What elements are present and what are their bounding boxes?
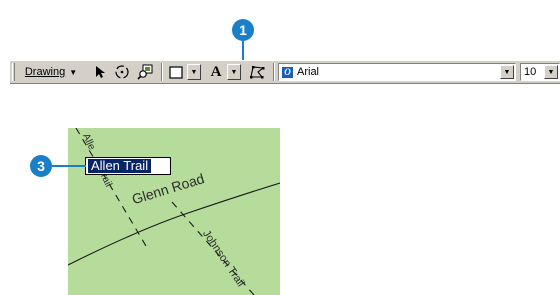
- font-name-combo[interactable]: O Arial ▼: [278, 63, 516, 81]
- drawing-menu-button[interactable]: Drawing ▼: [20, 61, 82, 83]
- zoom-selected-icon: [136, 64, 152, 80]
- toolbar-separator: [161, 63, 163, 81]
- drawing-menu-label: Drawing: [24, 66, 66, 78]
- callout-3: 3: [30, 155, 52, 177]
- font-name-dropdown-button[interactable]: ▼: [500, 65, 514, 79]
- edit-vertices-icon: [250, 66, 265, 79]
- road-lines: [68, 128, 280, 295]
- text-tool-dropdown[interactable]: ▼: [227, 64, 241, 80]
- text-tool-button[interactable]: A: [206, 61, 226, 83]
- rotate-button[interactable]: [112, 61, 132, 83]
- text-icon: A: [210, 63, 222, 80]
- map-view[interactable]: Glenn Road Johnson Trail Alle rail: [68, 128, 280, 295]
- rectangle-icon: [169, 65, 183, 79]
- rectangle-tool-button[interactable]: [166, 61, 186, 83]
- callout-3-leader: [52, 165, 86, 167]
- rectangle-tool-dropdown[interactable]: ▼: [187, 64, 201, 80]
- label-edit-box[interactable]: Allen Trail: [85, 157, 171, 175]
- font-icon: O: [282, 66, 293, 78]
- arrow-pointer-icon: [96, 66, 105, 78]
- callout-1: 1: [232, 19, 254, 41]
- select-elements-button[interactable]: [90, 61, 110, 83]
- rotate-icon: [115, 65, 129, 79]
- zoom-to-selected-button[interactable]: [134, 61, 156, 83]
- font-name-value: Arial: [297, 66, 320, 78]
- drawing-toolbar: Drawing ▼ ▼ A ▼ O Arial ▼ 10 ▼: [10, 60, 560, 84]
- toolbar-separator: [273, 63, 275, 81]
- font-size-dropdown-button[interactable]: ▼: [544, 65, 558, 79]
- label-edit-text[interactable]: Allen Trail: [88, 159, 152, 173]
- font-size-value: 10: [524, 66, 537, 78]
- toolbar-grip[interactable]: [12, 63, 15, 81]
- edit-vertices-button[interactable]: [246, 61, 268, 83]
- font-size-combo[interactable]: 10 ▼: [520, 63, 560, 81]
- down-caret-icon: ▼: [69, 67, 78, 77]
